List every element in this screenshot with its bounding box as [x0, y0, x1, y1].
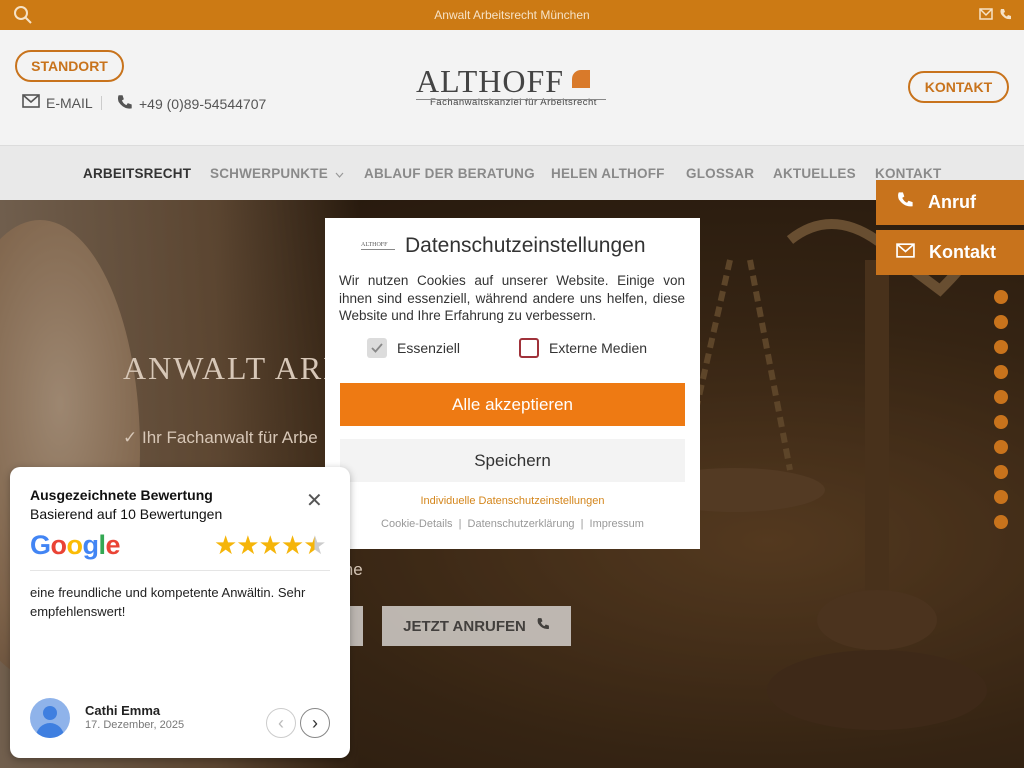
- chevron-right-icon[interactable]: ›: [300, 708, 330, 738]
- save-button[interactable]: Speichern: [340, 439, 685, 482]
- google-logo: Google: [30, 530, 121, 560]
- chevron-down-icon: [335, 166, 344, 181]
- slider-dot[interactable]: [994, 315, 1008, 329]
- mail-icon: [896, 242, 915, 263]
- top-bar-title: Anwalt Arbeitsrecht München: [434, 8, 590, 22]
- slider-dot[interactable]: [994, 515, 1008, 529]
- side-call-button[interactable]: Anruf: [876, 180, 1024, 225]
- review-text: eine freundliche und kompetente Anwältin…: [30, 585, 306, 619]
- nav-item-kontakt[interactable]: KONTAKT: [875, 166, 941, 181]
- nav-item-helen-althoff[interactable]: HELEN ALTHOFF: [551, 166, 665, 181]
- logo-underline: [416, 99, 606, 100]
- top-bar: Anwalt Arbeitsrecht München: [0, 0, 1024, 30]
- essential-checkbox[interactable]: Essenziell: [367, 338, 460, 358]
- divider: [30, 570, 330, 571]
- call-now-label: JETZT ANRUFEN: [403, 617, 526, 635]
- cookie-dialog-text: Wir nutzen Cookies auf unserer Website. …: [339, 273, 685, 323]
- chevron-left-icon[interactable]: ‹: [266, 708, 296, 738]
- slider-dot[interactable]: [994, 290, 1008, 304]
- hero-subline: ✓ Ihr Fachanwalt für Arbe: [123, 428, 318, 447]
- phone-label: +49 (0)89-54544707: [139, 96, 267, 112]
- cookie-details-link[interactable]: Cookie-Details: [381, 518, 453, 530]
- slider-dot[interactable]: [994, 365, 1008, 379]
- avatar: [30, 698, 70, 738]
- divider: [101, 96, 102, 110]
- nav-item-ablauf[interactable]: ABLAUF DER BERATUNG: [364, 166, 535, 181]
- privacy-policy-link[interactable]: Datenschutzerklärung: [468, 518, 575, 530]
- call-now-button[interactable]: JETZT ANRUFEN: [382, 606, 571, 646]
- main-nav: ARBEITSRECHT SCHWERPUNKTE ABLAUF DER BER…: [0, 145, 1024, 200]
- review-widget-subtitle: Basierend auf 10 Bewertungen: [30, 506, 223, 522]
- slider-dot[interactable]: [994, 340, 1008, 354]
- accept-all-button[interactable]: Alle akzeptieren: [340, 383, 685, 426]
- kontakt-button[interactable]: KONTAKT: [908, 71, 1009, 103]
- phone-icon: [116, 94, 133, 114]
- imprint-link[interactable]: Impressum: [590, 518, 644, 530]
- nav-item-glossar[interactable]: GLOSSAR: [686, 166, 754, 181]
- review-date: 17. Dezember, 2025: [85, 719, 185, 731]
- cookie-dialog-title: Datenschutzeinstellungen: [405, 234, 646, 257]
- essential-label: Essenziell: [397, 340, 461, 356]
- standort-button[interactable]: STANDORT: [15, 50, 124, 82]
- cookie-consent-dialog: ALTHOFF Datenschutzeinstellungen Wir nut…: [325, 218, 700, 549]
- slider-dot[interactable]: [994, 415, 1008, 429]
- review-widget-title: Ausgezeichnete Bewertung: [30, 487, 213, 503]
- nav-item-arbeitsrecht[interactable]: ARBEITSRECHT: [83, 166, 191, 181]
- phone-icon: [536, 617, 550, 635]
- external-media-label: Externe Medien: [549, 340, 648, 356]
- email-link[interactable]: E-MAIL: [22, 94, 93, 111]
- slider-dot[interactable]: [994, 390, 1008, 404]
- nav-item-label: SCHWERPUNKTE: [210, 166, 328, 181]
- slider-dot[interactable]: [994, 440, 1008, 454]
- cookie-footer-links: Cookie-Details | Datenschutzerklärung | …: [325, 518, 700, 530]
- althoff-logo[interactable]: ALTHOFF Fachanwaltskanzlei für Arbeitsre…: [416, 65, 606, 108]
- phone-link[interactable]: +49 (0)89-54544707: [116, 94, 266, 114]
- google-review-widget: Ausgezeichnete Bewertung Basierend auf 1…: [10, 467, 350, 758]
- slider-dot[interactable]: [994, 465, 1008, 479]
- phone-icon[interactable]: [999, 8, 1012, 24]
- link-separator: |: [458, 518, 462, 530]
- nav-item-schwerpunkte[interactable]: SCHWERPUNKTE: [210, 166, 344, 181]
- side-call-label: Anruf: [928, 192, 976, 212]
- link-separator: |: [580, 518, 584, 530]
- slider-dot[interactable]: [994, 490, 1008, 504]
- site-header: STANDORT E-MAIL +49 (0)89-54544707 ALTHO…: [0, 30, 1024, 145]
- mail-icon: [22, 94, 40, 111]
- cookie-dialog-logo: ALTHOFF: [361, 242, 395, 250]
- mail-icon[interactable]: [979, 8, 993, 24]
- slider-dots: [994, 290, 1010, 540]
- checkbox-checked-icon: [367, 338, 387, 358]
- review-author: Cathi Emma: [85, 703, 161, 718]
- side-contact-button[interactable]: Kontakt: [876, 230, 1024, 275]
- phone-icon: [896, 191, 914, 214]
- external-media-checkbox[interactable]: Externe Medien: [519, 338, 647, 358]
- nav-item-aktuelles[interactable]: AKTUELLES: [773, 166, 856, 181]
- side-contact-label: Kontakt: [929, 242, 996, 262]
- email-label: E-MAIL: [46, 94, 93, 111]
- close-icon[interactable]: ✕: [306, 491, 323, 511]
- individual-settings-link[interactable]: Individuelle Datenschutzeinstellungen: [325, 495, 700, 507]
- logo-mark: [572, 70, 590, 88]
- checkbox-unchecked-icon: [519, 338, 539, 358]
- rating-stars: ★★★★★: [214, 530, 327, 560]
